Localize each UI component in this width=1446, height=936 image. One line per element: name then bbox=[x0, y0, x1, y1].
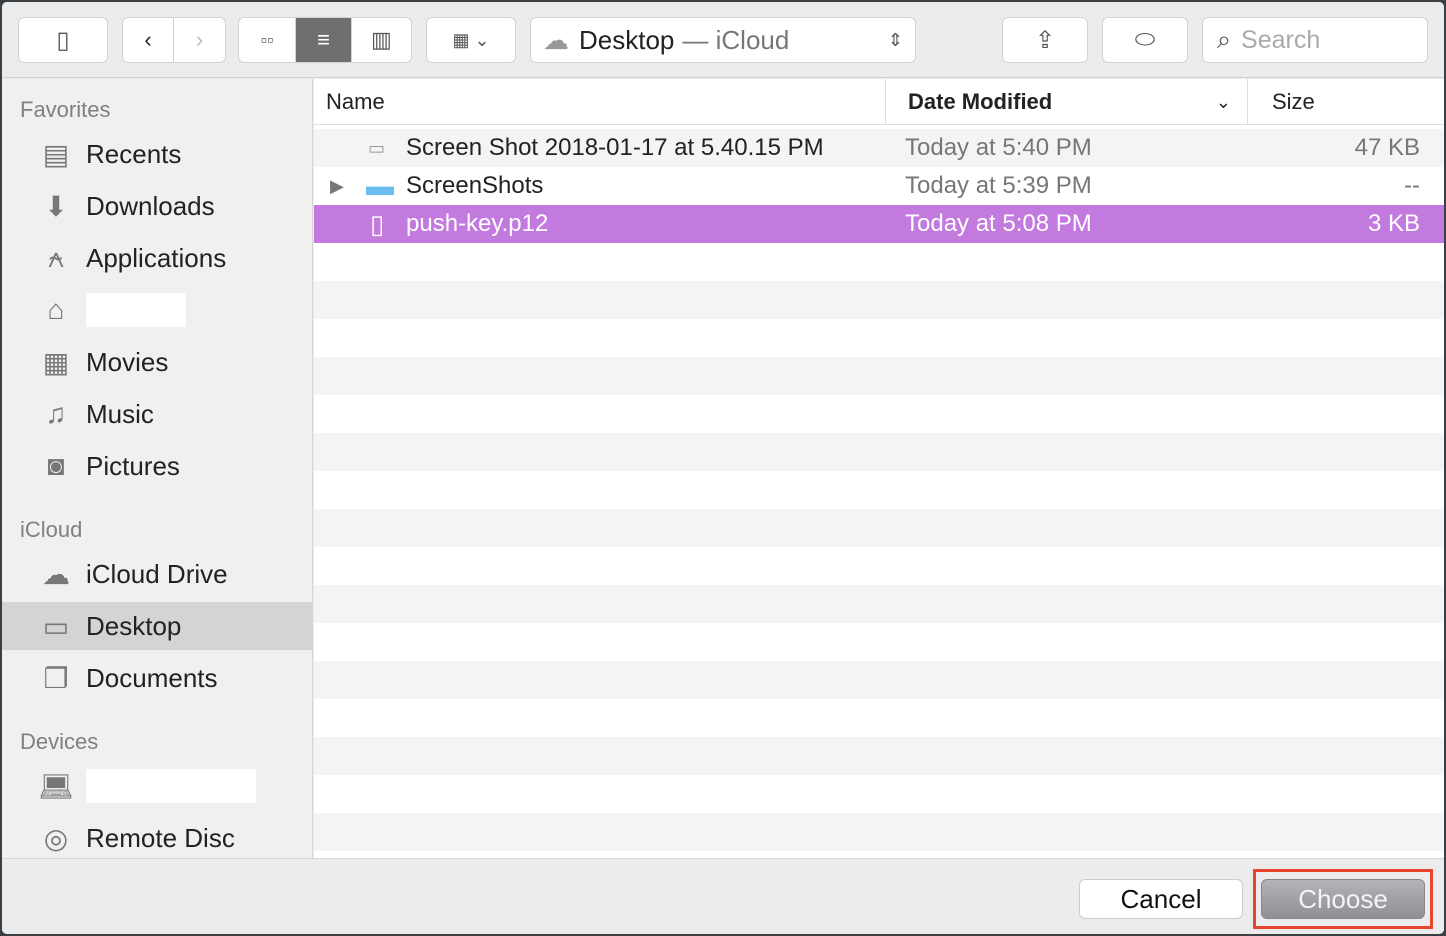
applications-icon: ⍲ bbox=[47, 241, 65, 273]
pictures-icon: ◙ bbox=[47, 450, 65, 481]
folder-row[interactable]: ▶ ▬ ScreenShots Today at 5:39 PM -- bbox=[314, 167, 1444, 205]
sidebar-item-documents[interactable]: ❐ Documents bbox=[2, 654, 313, 702]
label: Music bbox=[86, 398, 154, 429]
label: Desktop bbox=[86, 610, 182, 641]
arrange-button[interactable]: ▦ ⌄ bbox=[426, 17, 516, 63]
disc-icon: ◎ bbox=[43, 822, 69, 854]
cancel-button[interactable]: Cancel bbox=[1079, 879, 1243, 919]
sidebar-item-icloud-drive[interactable]: ☁ iCloud Drive bbox=[2, 550, 313, 598]
downloads-icon: ⬇ bbox=[44, 190, 68, 222]
path-location: — iCloud bbox=[682, 24, 790, 55]
share-icon: ⇪ bbox=[1034, 26, 1056, 54]
file-list: Name Date Modified ⌄ Size ▭ Screen Shot 2… bbox=[314, 79, 1444, 858]
file-size: 3 KB bbox=[1367, 210, 1420, 237]
rows: ▭ Screen Shot 2018-01-17 at 5.40.15 PM T… bbox=[314, 129, 1444, 858]
path-popup[interactable]: ☁ Desktop — iCloud ⇕ bbox=[530, 17, 916, 63]
label: Name bbox=[326, 89, 385, 114]
file-size: 47 KB bbox=[1354, 134, 1420, 161]
sidebar-item-music[interactable]: ♫ Music bbox=[2, 390, 313, 438]
redacted-username bbox=[86, 293, 186, 327]
file-row[interactable]: ▭ Screen Shot 2018-01-17 at 5.40.15 PM T… bbox=[314, 129, 1444, 167]
devices-header: Devices bbox=[20, 729, 99, 754]
icon-view-button[interactable]: ▫▫ bbox=[239, 18, 297, 62]
sidebar-item-computer[interactable]: 💻︎ bbox=[2, 762, 313, 810]
movies-icon: ▦ bbox=[42, 346, 70, 378]
cloud-icon: ☁ bbox=[42, 558, 70, 590]
laptop-icon: 💻︎ bbox=[38, 770, 74, 802]
forward-button[interactable]: › bbox=[174, 18, 225, 62]
sidebar-item-desktop[interactable]: ▭ Desktop bbox=[2, 602, 313, 650]
home-icon: ⌂ bbox=[47, 294, 65, 325]
footer: Cancel Choose bbox=[2, 858, 1444, 934]
label: Applications bbox=[86, 242, 227, 273]
file-date: Today at 5:08 PM bbox=[905, 210, 1092, 237]
sidebar-item-applications[interactable]: ⍲ Applications bbox=[2, 234, 313, 282]
file-date: Today at 5:39 PM bbox=[905, 172, 1092, 199]
file-name: ScreenShots bbox=[406, 172, 544, 199]
column-header-name[interactable]: Name bbox=[314, 79, 886, 125]
list-view-button[interactable]: ≡ bbox=[296, 18, 352, 62]
search-placeholder: Search bbox=[1241, 25, 1321, 54]
group-icon: ▦ ⌄ bbox=[452, 29, 490, 50]
tags-button[interactable]: ⬭ bbox=[1102, 17, 1188, 63]
share-button[interactable]: ⇪ bbox=[1002, 17, 1088, 63]
file-chooser-dialog: ▯ ‹ › ▫▫ ≡ ▥ ▦ ⌄ ☁ Desktop — iCloud ⇕ ⇪ … bbox=[2, 2, 1444, 934]
sort-chevron-icon: ⌄ bbox=[1215, 91, 1231, 112]
screenshot-file-icon: ▭ bbox=[368, 137, 386, 158]
search-icon: ⌕ bbox=[1217, 25, 1232, 54]
sidebar: Favorites ▤ Recents ⬇ Downloads ⍲ Applicati… bbox=[2, 79, 313, 858]
column-header-date[interactable]: Date Modified ⌄ bbox=[886, 79, 1248, 125]
disclosure-triangle-icon[interactable]: ▶ bbox=[330, 167, 344, 205]
desktop-icon: ▭ bbox=[42, 610, 70, 642]
icloud-header: iCloud bbox=[20, 517, 83, 542]
label: Documents bbox=[86, 662, 218, 693]
favorites-header: Favorites bbox=[20, 97, 111, 122]
sidebar-item-recents[interactable]: ▤ Recents bbox=[2, 130, 313, 178]
sidebar-item-remote-disc[interactable]: ◎ Remote Disc bbox=[2, 814, 313, 862]
music-icon: ♫ bbox=[45, 398, 67, 429]
redacted-device-name bbox=[86, 769, 256, 803]
folder-icon: ▬ bbox=[366, 170, 394, 201]
file-size: -- bbox=[1404, 172, 1420, 199]
sidebar-icon: ▯ bbox=[56, 26, 70, 54]
label: iCloud Drive bbox=[86, 558, 228, 589]
updown-chevron-icon: ⇕ bbox=[887, 29, 903, 50]
nav-buttons: ‹ › bbox=[122, 17, 226, 63]
sidebar-item-movies[interactable]: ▦ Movies bbox=[2, 338, 313, 386]
sidebar-item-pictures[interactable]: ◙ Pictures bbox=[2, 442, 313, 490]
label: Movies bbox=[86, 346, 169, 377]
column-header-size[interactable]: Size bbox=[1248, 79, 1444, 125]
cloud-icon: ☁ bbox=[543, 24, 569, 55]
tag-icon: ⬭ bbox=[1134, 26, 1156, 53]
path-folder: Desktop bbox=[579, 24, 675, 55]
documents-icon: ❐ bbox=[43, 662, 69, 694]
label: Pictures bbox=[86, 450, 180, 481]
label: Size bbox=[1272, 89, 1315, 114]
label: Date Modified bbox=[908, 89, 1053, 114]
back-button[interactable]: ‹ bbox=[123, 18, 175, 62]
sidebar-toggle-button[interactable]: ▯ bbox=[18, 17, 108, 63]
sidebar-item-downloads[interactable]: ⬇ Downloads bbox=[2, 182, 313, 230]
file-date: Today at 5:40 PM bbox=[905, 134, 1092, 161]
column-headers: Name Date Modified ⌄ Size bbox=[314, 79, 1444, 125]
document-icon: ▯ bbox=[370, 208, 385, 239]
choose-button[interactable]: Choose bbox=[1261, 879, 1425, 919]
file-name: push-key.p12 bbox=[406, 210, 549, 237]
sidebar-item-home[interactable]: ⌂ bbox=[2, 286, 313, 334]
label: Recents bbox=[86, 138, 182, 169]
column-view-button[interactable]: ▥ bbox=[352, 18, 411, 62]
toolbar: ▯ ‹ › ▫▫ ≡ ▥ ▦ ⌄ ☁ Desktop — iCloud ⇕ ⇪ … bbox=[2, 2, 1444, 78]
recents-icon: ▤ bbox=[42, 138, 70, 170]
view-mode-buttons: ▫▫ ≡ ▥ bbox=[238, 17, 412, 63]
label: Downloads bbox=[86, 190, 215, 221]
file-row-selected[interactable]: ▯ push-key.p12 Today at 5:08 PM 3 KB bbox=[314, 205, 1444, 243]
file-name: Screen Shot 2018-01-17 at 5.40.15 PM bbox=[406, 134, 824, 161]
label: Remote Disc bbox=[86, 822, 235, 853]
search-input[interactable]: ⌕ Search bbox=[1202, 17, 1428, 63]
